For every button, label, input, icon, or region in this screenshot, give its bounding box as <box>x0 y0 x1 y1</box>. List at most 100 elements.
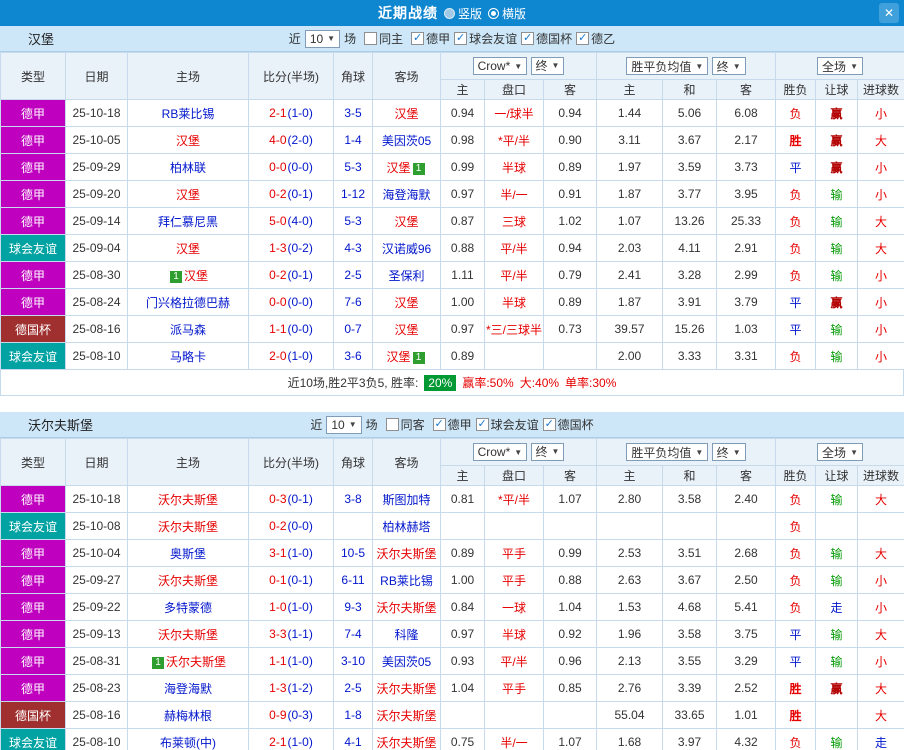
same-venue-checkbox[interactable]: 同主 <box>364 30 403 47</box>
col-home-odds: 主 <box>441 80 485 100</box>
avg-home-cell: 1.68 <box>597 729 663 750</box>
league-checkbox[interactable]: ✓球会友谊 <box>476 416 539 433</box>
team-name[interactable]: 汉堡 <box>394 296 418 310</box>
match-row: 球会友谊25-09-04汉堡1-3(0-2)4-3汉诺威960.88平/半0.9… <box>1 235 904 262</box>
halftime-score: (0-0) <box>288 322 313 336</box>
team-name[interactable]: 马略卡 <box>170 350 206 364</box>
radio-unselected-icon[interactable] <box>444 8 455 19</box>
team-name[interactable]: 奥斯堡 <box>170 547 206 561</box>
team-name[interactable]: 汉堡 <box>184 269 208 283</box>
team-name[interactable]: 沃尔夫斯堡 <box>158 493 218 507</box>
avg-select[interactable]: 胜平负均值▼ <box>626 443 708 461</box>
team-name[interactable]: 汉堡 <box>386 161 410 175</box>
team-name[interactable]: 多特蒙德 <box>164 601 212 615</box>
avg-home-cell: 55.04 <box>597 702 663 729</box>
avg-away-cell: 2.40 <box>717 486 776 513</box>
chevron-down-icon: ▼ <box>850 62 858 71</box>
handicap-final-select[interactable]: 终▼ <box>531 57 565 75</box>
checkbox-checked-icon[interactable]: ✓ <box>543 418 556 431</box>
team-name[interactable]: 汉堡 <box>176 188 200 202</box>
same-venue-checkbox[interactable]: 同客 <box>386 416 425 433</box>
avg-final-select[interactable]: 终▼ <box>712 443 746 461</box>
league-checkbox[interactable]: ✓德甲 <box>411 30 450 47</box>
league-checkbox[interactable]: ✓德乙 <box>576 30 615 47</box>
team-name[interactable]: 布莱顿(中) <box>160 736 216 750</box>
close-button[interactable]: ✕ <box>879 3 899 23</box>
team-name[interactable]: 汉堡 <box>386 350 410 364</box>
avg-select[interactable]: 胜平负均值▼ <box>626 57 708 75</box>
col-avg-draw: 和 <box>663 80 717 100</box>
fulltime-score: 2-0 <box>269 349 286 363</box>
team-name[interactable]: RB莱比锡 <box>380 574 433 588</box>
team-name[interactable]: 海登海默 <box>164 682 212 696</box>
fullmatch-select[interactable]: 全场▼ <box>817 57 863 75</box>
checkbox-checked-icon[interactable]: ✓ <box>576 32 589 45</box>
match-row: 球会友谊25-08-10布莱顿(中)2-1(1-0)4-1沃尔夫斯堡0.75半/… <box>1 729 904 750</box>
team-name[interactable]: 拜仁慕尼黑 <box>158 215 218 229</box>
radio-selected-icon[interactable] <box>488 8 499 19</box>
league-checkbox[interactable]: ✓德国杯 <box>543 416 594 433</box>
league-checkbox[interactable]: ✓德国杯 <box>521 30 572 47</box>
let-result-cell <box>816 513 858 540</box>
checkbox-checked-icon[interactable]: ✓ <box>521 32 534 45</box>
odds-company-select[interactable]: Crow*▼ <box>473 443 528 461</box>
league-filter-list: ✓德甲✓球会友谊✓德国杯✓德乙 <box>407 30 615 47</box>
avg-away-cell: 3.75 <box>717 621 776 648</box>
team-name[interactable]: 斯图加特 <box>382 493 430 507</box>
team-name[interactable]: 派马森 <box>170 323 206 337</box>
avg-home-cell: 2.76 <box>597 675 663 702</box>
team-name[interactable]: 沃尔夫斯堡 <box>166 655 226 669</box>
team-name[interactable]: 门兴格拉德巴赫 <box>146 296 230 310</box>
result-cell: 负 <box>776 100 816 127</box>
team-name[interactable]: 汉堡 <box>176 134 200 148</box>
team-name[interactable]: RB莱比锡 <box>162 107 215 121</box>
checkbox-unchecked-icon[interactable] <box>364 32 377 45</box>
layout-horizontal-radio[interactable]: 横版 <box>488 5 526 22</box>
team-name[interactable]: 圣保利 <box>388 269 424 283</box>
match-count-select[interactable]: 10▼ <box>326 416 361 434</box>
match-row: 德甲25-09-29柏林联0-0(0-0)5-3汉堡10.99半球0.891.9… <box>1 154 904 181</box>
team-name[interactable]: 沃尔夫斯堡 <box>158 520 218 534</box>
team-name[interactable]: 沃尔夫斯堡 <box>376 736 436 750</box>
team-name[interactable]: 美因茨05 <box>382 134 431 148</box>
team-name[interactable]: 汉堡 <box>394 323 418 337</box>
odds-company-select[interactable]: Crow*▼ <box>473 57 528 75</box>
layout-vertical-radio[interactable]: 竖版 <box>444 5 482 22</box>
team-name[interactable]: 汉堡 <box>394 107 418 121</box>
checkbox-checked-icon[interactable]: ✓ <box>476 418 489 431</box>
col-corner: 角球 <box>334 439 373 486</box>
handicap-final-select[interactable]: 终▼ <box>531 443 565 461</box>
team-name[interactable]: 海登海默 <box>382 188 430 202</box>
team-name[interactable]: 美因茨05 <box>382 655 431 669</box>
match-count-select[interactable]: 10▼ <box>305 30 340 48</box>
league-checkbox[interactable]: ✓德甲 <box>433 416 472 433</box>
team-name[interactable]: 沃尔夫斯堡 <box>376 601 436 615</box>
corner-cell: 7-6 <box>334 289 373 316</box>
fullmatch-select[interactable]: 全场▼ <box>817 443 863 461</box>
team-name[interactable]: 汉堡 <box>176 242 200 256</box>
let-result-cell: 赢 <box>816 675 858 702</box>
league-checkbox[interactable]: ✓球会友谊 <box>454 30 517 47</box>
away-team-cell: 科隆 <box>373 621 441 648</box>
match-date: 25-09-04 <box>66 235 128 262</box>
home-odds-cell: 0.89 <box>441 343 485 370</box>
team-name[interactable]: 沃尔夫斯堡 <box>376 709 436 723</box>
team-name[interactable]: 科隆 <box>394 628 418 642</box>
checkbox-checked-icon[interactable]: ✓ <box>433 418 446 431</box>
team-name[interactable]: 沃尔夫斯堡 <box>158 628 218 642</box>
team-name[interactable]: 汉诺威96 <box>382 242 431 256</box>
team-name[interactable]: 沃尔夫斯堡 <box>376 682 436 696</box>
league-label: 德乙 <box>591 30 615 47</box>
col-date: 日期 <box>66 53 128 100</box>
team-name[interactable]: 赫梅林根 <box>164 709 212 723</box>
team-name[interactable]: 沃尔夫斯堡 <box>158 574 218 588</box>
team-name[interactable]: 柏林联 <box>170 161 206 175</box>
checkbox-unchecked-icon[interactable] <box>386 418 399 431</box>
team-name[interactable]: 沃尔夫斯堡 <box>376 547 436 561</box>
team-name[interactable]: 柏林赫塔 <box>382 520 430 534</box>
checkbox-checked-icon[interactable]: ✓ <box>411 32 424 45</box>
team-name[interactable]: 汉堡 <box>394 215 418 229</box>
fulltime-score: 1-3 <box>269 681 286 695</box>
checkbox-checked-icon[interactable]: ✓ <box>454 32 467 45</box>
avg-final-select[interactable]: 终▼ <box>712 57 746 75</box>
